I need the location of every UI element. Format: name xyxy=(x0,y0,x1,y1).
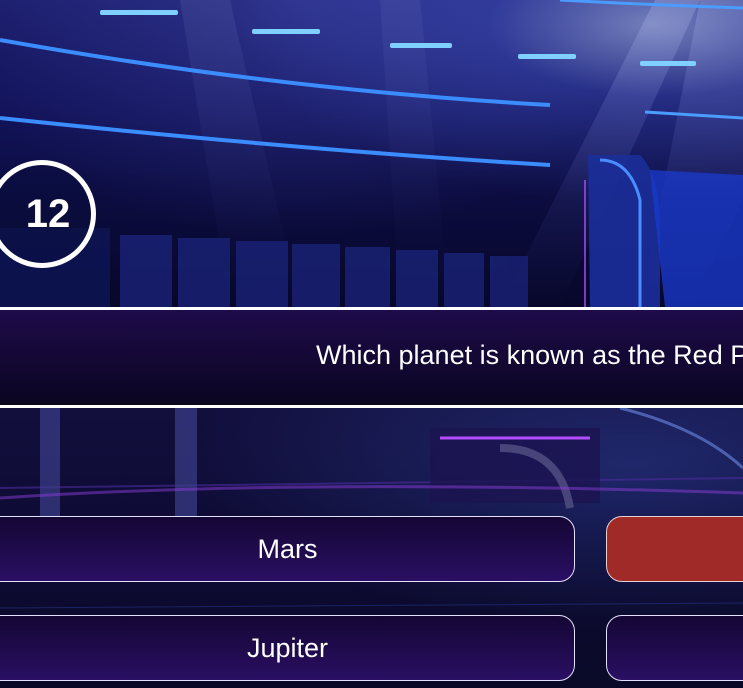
answer-option-b[interactable] xyxy=(606,516,743,582)
question-text: Which planet is known as the Red Planet? xyxy=(316,340,743,370)
timer-value: 12 xyxy=(25,191,71,236)
studio-background-top xyxy=(0,0,743,307)
studio-lights-graphic xyxy=(0,0,743,307)
answer-label: Jupiter xyxy=(246,632,329,663)
question-panel: Which planet is known as the Red Planet? xyxy=(0,307,743,408)
answer-option-a[interactable]: Mars xyxy=(0,516,575,582)
answer-label: Mars xyxy=(257,533,318,564)
answer-option-c[interactable]: Jupiter xyxy=(0,615,575,681)
answer-option-d[interactable] xyxy=(606,615,743,681)
